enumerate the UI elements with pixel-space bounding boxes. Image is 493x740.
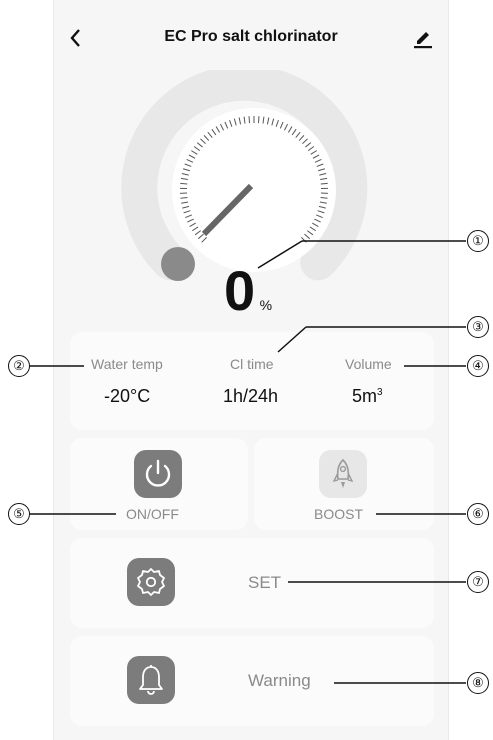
callout-8: ⑧ xyxy=(467,672,489,694)
callout-2: ② xyxy=(8,355,30,377)
callout-5: ⑤ xyxy=(8,503,30,525)
callout-1: ① xyxy=(467,230,489,252)
callout-3: ③ xyxy=(467,316,489,338)
callout-7: ⑦ xyxy=(467,571,489,593)
callout-4: ④ xyxy=(467,355,489,377)
callout-lines xyxy=(30,240,466,684)
callout-6: ⑥ xyxy=(467,503,489,525)
